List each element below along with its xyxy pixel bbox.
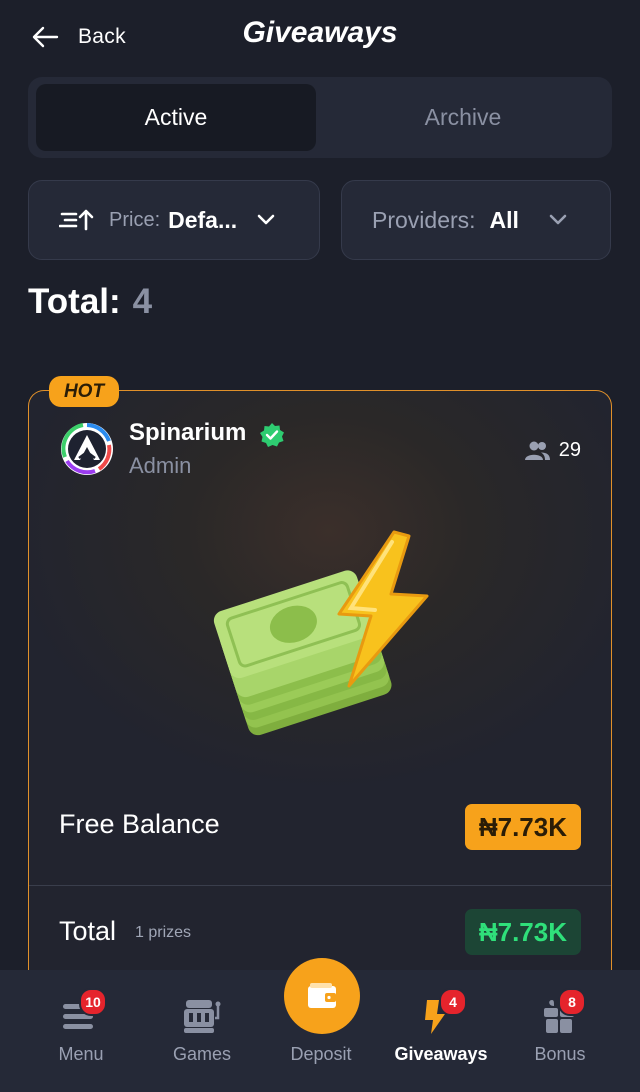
total-summary: Total: 4 xyxy=(28,282,152,322)
cash-lightning-image xyxy=(213,530,429,736)
giveaways-badge: 4 xyxy=(439,988,467,1016)
giveaway-card[interactable]: Spinarium Admin 29 Free Balance ₦7.73K T… xyxy=(28,390,612,1010)
card-total-value: ₦7.73K xyxy=(464,909,581,955)
chevron-down-icon xyxy=(257,214,275,225)
nav-label-bonus: Bonus xyxy=(534,1044,586,1064)
slot-machine-icon xyxy=(184,1000,221,1033)
card-total-label: Total xyxy=(59,916,117,946)
total-label: Total: xyxy=(28,282,121,321)
price-filter-value: Defa... xyxy=(168,206,238,233)
price-sort-dropdown[interactable]: Price: Defa... xyxy=(28,180,320,260)
chevron-down-icon xyxy=(549,214,567,225)
header: Back Giveaways xyxy=(0,0,640,72)
providers-filter-label: Providers: xyxy=(372,206,476,233)
prize-name: Free Balance xyxy=(59,809,220,839)
wallet-icon xyxy=(308,983,336,1008)
nav-item-menu[interactable]: 10 Menu xyxy=(21,970,141,1092)
providers-dropdown[interactable]: Providers: All xyxy=(341,180,611,260)
verified-badge-icon xyxy=(260,423,284,447)
sort-icon xyxy=(59,209,94,231)
card-divider xyxy=(29,885,611,886)
host-name: Spinarium xyxy=(129,419,247,446)
menu-badge: 10 xyxy=(79,988,107,1016)
nav-item-giveaways[interactable]: 4 Giveaways xyxy=(381,970,501,1092)
prize-count: 1 prizes xyxy=(135,924,192,941)
deposit-button[interactable] xyxy=(284,958,360,1034)
host-role: Admin xyxy=(129,453,192,478)
nav-label-deposit: Deposit xyxy=(290,1044,352,1064)
tab-active[interactable]: Active xyxy=(36,84,316,151)
hot-badge: HOT xyxy=(49,376,119,407)
prize-value-badge: ₦7.73K xyxy=(464,804,581,850)
nav-label-games: Games xyxy=(172,1044,232,1064)
nav-item-bonus[interactable]: 8 Bonus xyxy=(500,970,620,1092)
total-count: 4 xyxy=(132,282,153,321)
bonus-badge: 8 xyxy=(558,988,586,1016)
tab-archive[interactable]: Archive xyxy=(328,84,598,151)
page-title: Giveaways xyxy=(242,16,398,49)
host-avatar xyxy=(61,423,113,475)
participants-count: 29 xyxy=(523,439,581,462)
nav-label-giveaways: Giveaways xyxy=(394,1044,488,1064)
nav-label-menu: Menu xyxy=(58,1044,104,1064)
tab-bar: Active Archive xyxy=(28,77,612,158)
bottom-nav: 10 Menu Games Deposit 4 Giveaways 8 Bonu… xyxy=(0,958,640,1092)
providers-filter-value: All xyxy=(489,206,519,233)
nav-item-games[interactable]: Games xyxy=(142,970,262,1092)
app-root: Back Giveaways Active Archive Price: Def… xyxy=(0,0,640,1092)
users-icon xyxy=(524,441,550,460)
price-filter-label: Price: xyxy=(109,208,161,231)
participants-value: 29 xyxy=(558,439,581,461)
